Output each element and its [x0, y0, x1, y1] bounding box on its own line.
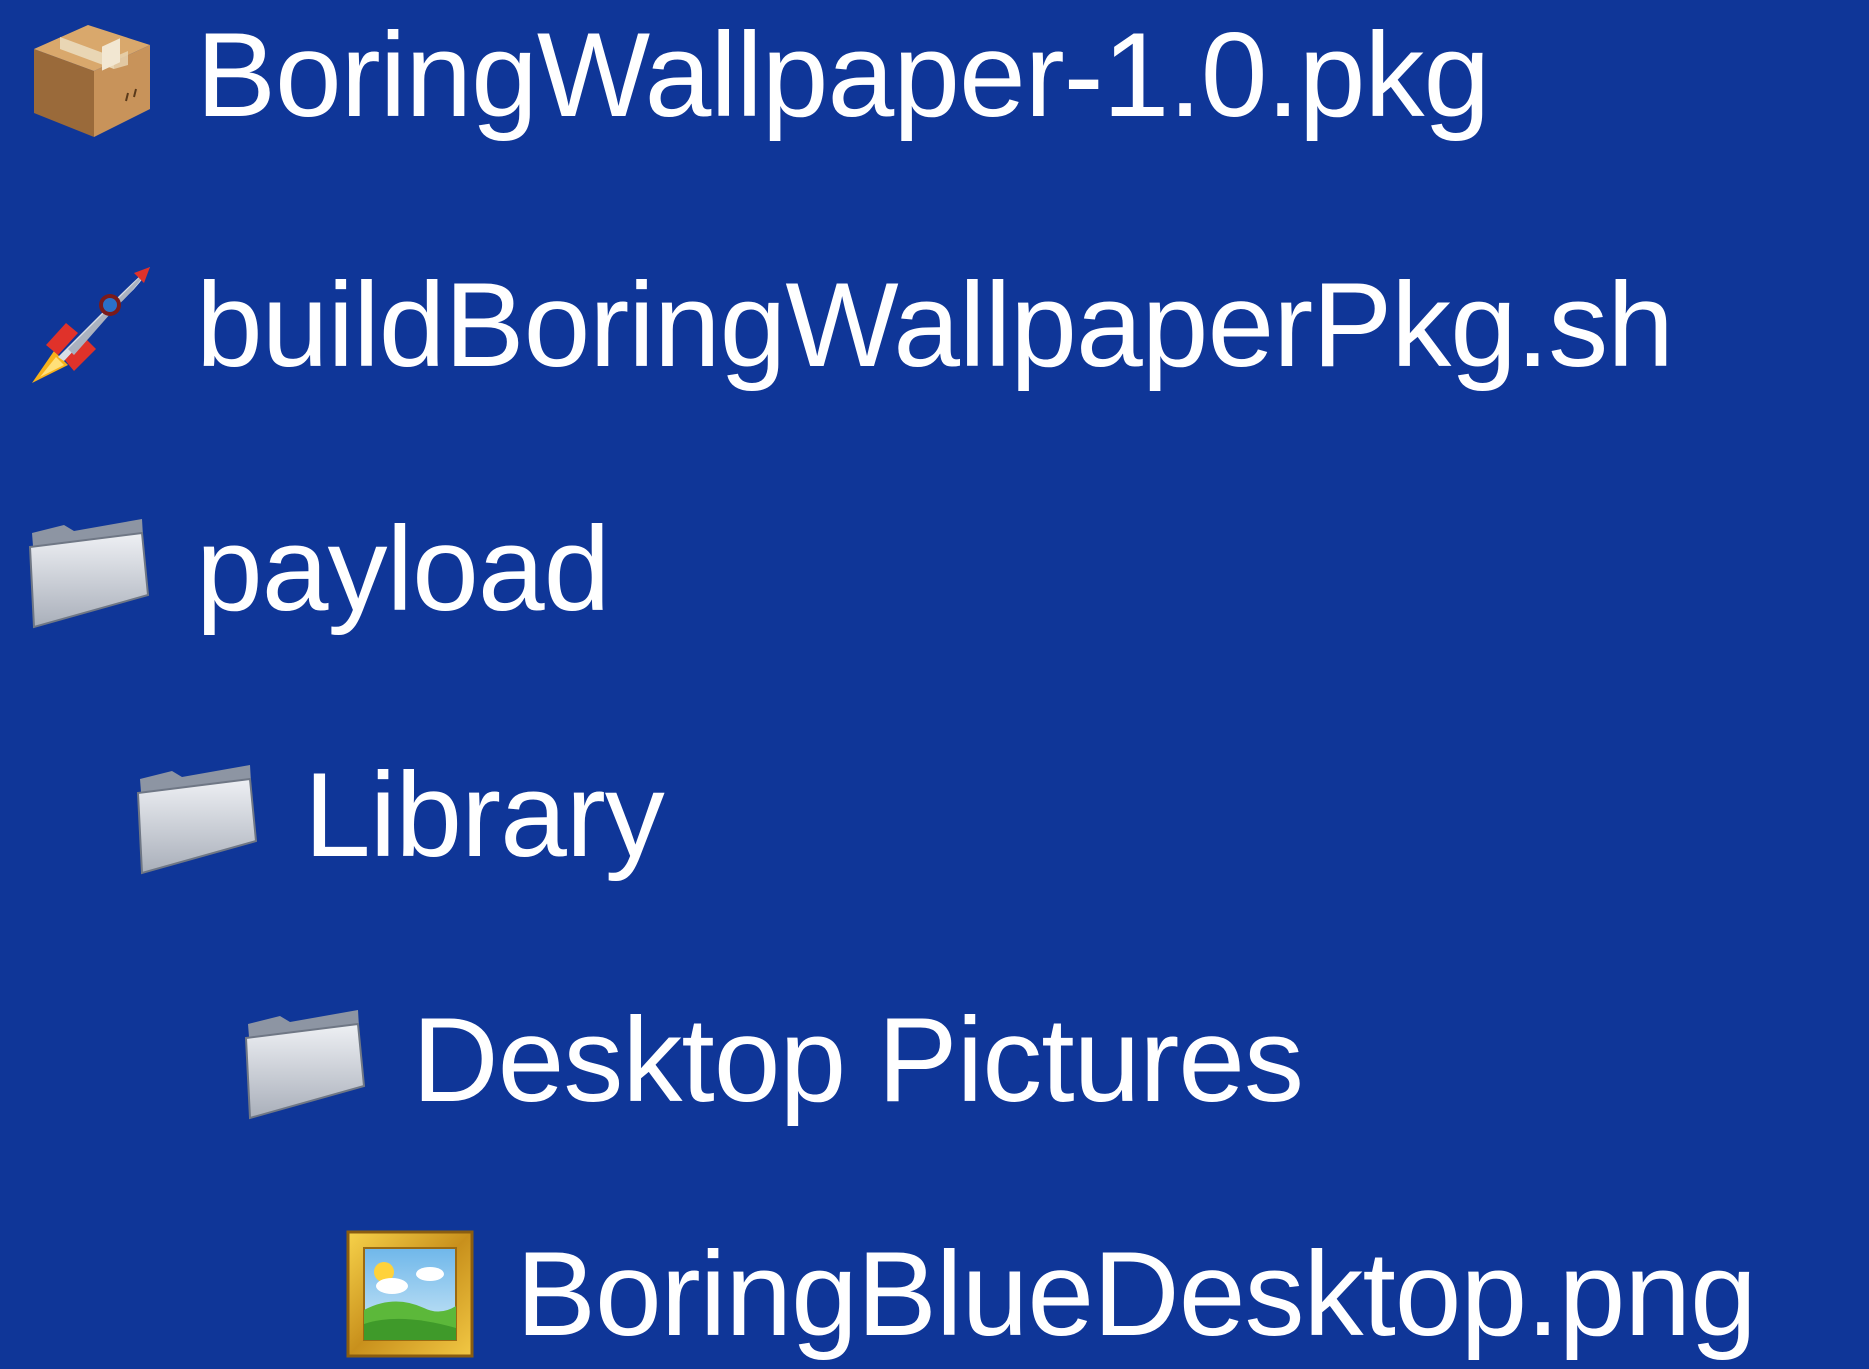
file-name-label: BoringBlueDesktop.png: [516, 1227, 1757, 1361]
folder-icon: [244, 1010, 366, 1120]
file-tree-item[interactable]: Desktop Pictures: [240, 985, 1304, 1135]
framed-picture-icon: [346, 1230, 474, 1358]
file-name-label: payload: [196, 502, 610, 636]
file-tree-item[interactable]: BoringWallpaper-1.0.pkg: [24, 0, 1490, 150]
file-tree-item[interactable]: BoringBlueDesktop.png: [344, 1219, 1757, 1369]
rocket-icon: [32, 267, 150, 383]
folder-icon: [28, 519, 150, 629]
package-icon: [34, 25, 150, 137]
file-tree-item[interactable]: payload: [24, 494, 610, 644]
file-name-label: buildBoringWallpaperPkg.sh: [196, 258, 1674, 392]
file-tree: BoringWallpaper-1.0.pkg buildBoringWallp…: [0, 0, 1869, 1369]
file-name-label: Desktop Pictures: [412, 993, 1304, 1127]
folder-icon: [136, 765, 258, 875]
file-name-label: Library: [304, 748, 665, 882]
file-tree-item[interactable]: Library: [132, 740, 665, 890]
file-name-label: BoringWallpaper-1.0.pkg: [196, 8, 1490, 142]
file-tree-item[interactable]: buildBoringWallpaperPkg.sh: [24, 250, 1674, 400]
